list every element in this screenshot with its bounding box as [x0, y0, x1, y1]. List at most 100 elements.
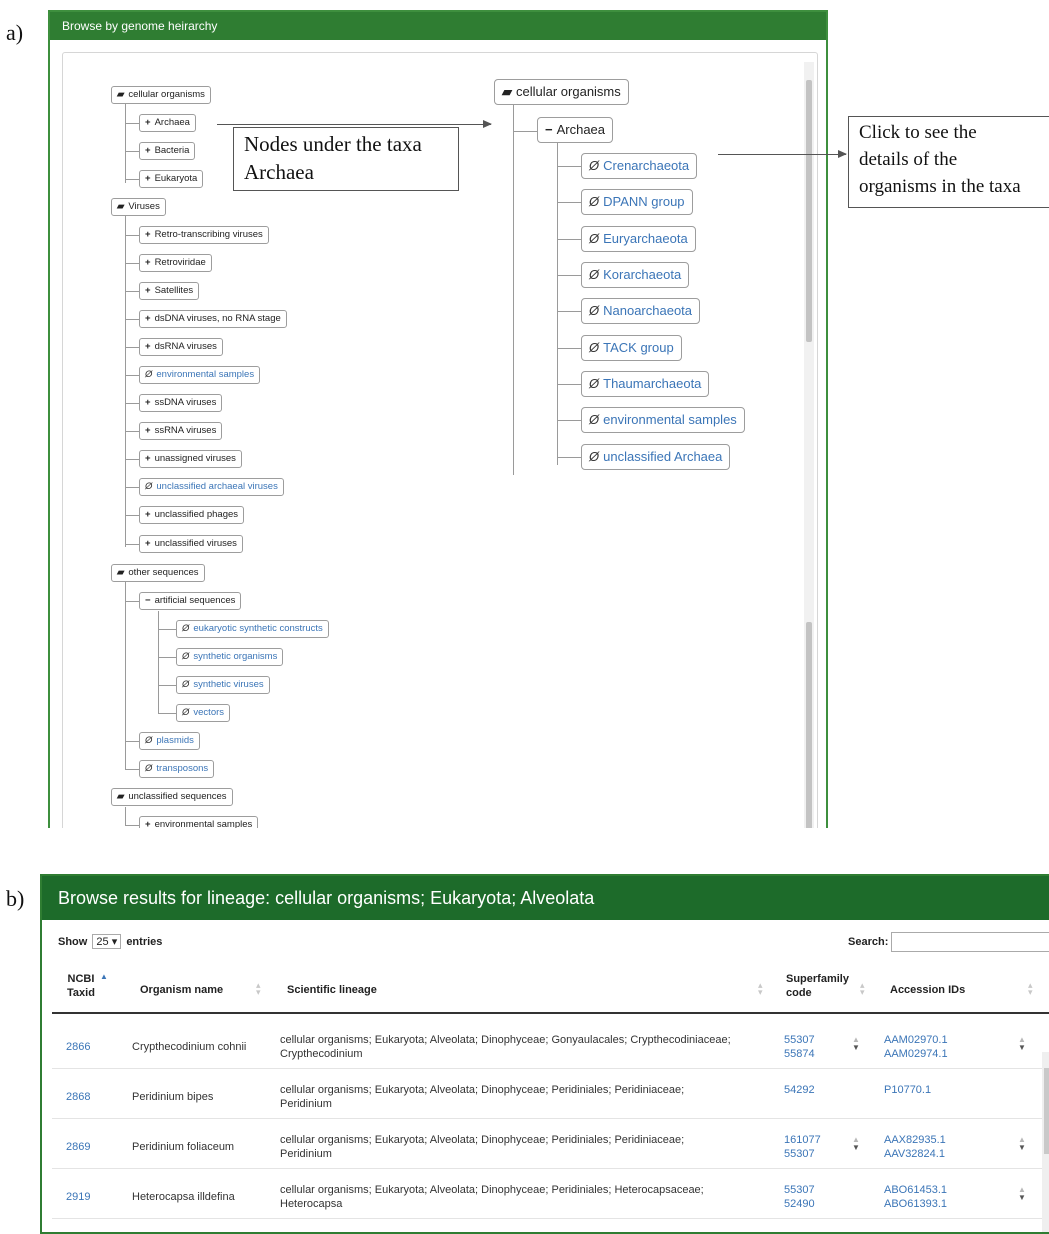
- plus-icon: +: [145, 229, 151, 240]
- tree-node-virus-child[interactable]: + dsRNA viruses: [139, 338, 223, 356]
- tree-node-unclassified-sequences[interactable]: ▰ unclassified sequences: [111, 788, 233, 806]
- column-header-organism[interactable]: Organism name: [140, 984, 223, 996]
- accession-links[interactable]: ABO61453.1 ABO61393.1: [884, 1183, 947, 1211]
- zoom-leaf-archaea-child[interactable]: Ø DPANN group: [581, 189, 693, 215]
- column-header-taxid[interactable]: NCBI Taxid: [64, 972, 98, 1000]
- arrow-icon: [718, 150, 847, 158]
- tree-node-virus-child[interactable]: + Retro-transcribing viruses: [139, 226, 269, 244]
- zoom-leaf-archaea-child[interactable]: Ø Thaumarchaeota: [581, 371, 710, 397]
- lineage-text: cellular organisms; Eukaryota; Alveolata…: [280, 1184, 704, 1210]
- tree-node-bacteria[interactable]: + Bacteria: [139, 142, 196, 160]
- taxid-link[interactable]: 2919: [66, 1190, 90, 1204]
- scroll-arrows-icon[interactable]: ▲ ▼: [1018, 1186, 1026, 1202]
- zoom-leaf-archaea-child[interactable]: Ø Korarchaeota: [581, 262, 690, 288]
- plus-icon: +: [145, 509, 151, 520]
- scroll-arrows-icon[interactable]: ▲ ▼: [852, 1136, 860, 1152]
- zoom-leaf-archaea-child[interactable]: Ø Euryarchaeota: [581, 226, 696, 252]
- plus-icon: +: [145, 341, 151, 352]
- tree-node-virus-child[interactable]: + Retroviridae: [139, 254, 212, 272]
- tree-node-virus-child[interactable]: + dsDNA viruses, no RNA stage: [139, 310, 287, 328]
- taxid-link[interactable]: 2869: [66, 1140, 90, 1154]
- tree-node-archaea[interactable]: + Archaea: [139, 114, 196, 132]
- scroll-arrows-icon[interactable]: ▲ ▼: [1018, 1036, 1026, 1052]
- tree-node-virus-child[interactable]: + unclassified viruses: [139, 535, 243, 553]
- leaf-icon: Ø: [182, 679, 190, 690]
- scroll-arrows-icon[interactable]: ▲ ▼: [852, 1036, 860, 1052]
- page-length-control: Show 25 ▾ entries: [58, 934, 163, 949]
- accession-links[interactable]: P10770.1: [884, 1083, 931, 1097]
- zoom-leaf-archaea-child[interactable]: Øunclassified Archaea: [581, 444, 731, 470]
- accession-links[interactable]: AAM02970.1 AAM02974.1: [884, 1033, 948, 1061]
- column-header-superfamily[interactable]: Superfamily code: [786, 972, 866, 1000]
- leaf-icon: Ø: [589, 449, 600, 464]
- zoom-leaf-archaea-child[interactable]: Ø Nanoarchaeota: [581, 298, 701, 324]
- folder-open-icon: ▰: [117, 89, 125, 100]
- leaf-icon: Ø: [589, 158, 600, 173]
- panel-b-title: Browse results for lineage: cellular org…: [42, 876, 1049, 920]
- zoom-leaf-archaea-child[interactable]: Ø TACK group: [581, 335, 682, 361]
- lineage-text: cellular organisms; Eukaryota; Alveolata…: [280, 1084, 685, 1110]
- tree-leaf-plasmids[interactable]: Øplasmids: [139, 732, 200, 750]
- organism-name: Crypthecodinium cohnii: [132, 1041, 247, 1053]
- tree-leaf-virus-child[interactable]: Øunclassified archaeal viruses: [139, 478, 284, 496]
- tree-node-eukaryota[interactable]: + Eukaryota: [139, 170, 204, 188]
- leaf-icon: Ø: [589, 412, 600, 427]
- tree-leaf-transposons[interactable]: Øtransposons: [139, 760, 215, 778]
- plus-icon: +: [145, 145, 151, 156]
- table-scrollbar[interactable]: [1042, 1052, 1049, 1232]
- plus-icon: +: [145, 285, 151, 296]
- tree-node-virus-child[interactable]: + Satellites: [139, 282, 200, 300]
- column-header-lineage[interactable]: Scientific lineage: [287, 984, 377, 996]
- taxid-link[interactable]: 2868: [66, 1090, 90, 1104]
- tree-node-other-sequences[interactable]: ▰ other sequences: [111, 564, 205, 582]
- superfamily-links[interactable]: 55307 52490: [784, 1183, 815, 1211]
- superfamily-links[interactable]: 161077 55307: [784, 1133, 821, 1161]
- tree-scrollbar[interactable]: [804, 62, 814, 828]
- accession-links[interactable]: AAX82935.1 AAV32824.1: [884, 1133, 946, 1161]
- search-input[interactable]: [891, 932, 1049, 952]
- tree-node-viruses[interactable]: ▰ Viruses: [111, 198, 166, 216]
- plus-icon: +: [145, 173, 151, 184]
- zoom-leaf-archaea-child[interactable]: Øenvironmental samples: [581, 407, 745, 433]
- genome-hierarchy-panel: Browse by genome heirarchy ▰ cellular or…: [48, 10, 828, 828]
- superfamily-links[interactable]: 54292: [784, 1083, 815, 1097]
- taxid-link[interactable]: 2866: [66, 1040, 90, 1054]
- organism-name: Peridinium foliaceum: [132, 1141, 235, 1153]
- tree-node-artificial-sequences[interactable]: − artificial sequences: [139, 592, 242, 610]
- lineage-text: cellular organisms; Eukaryota; Alveolata…: [280, 1134, 685, 1160]
- tree-node-virus-child[interactable]: + ssRNA viruses: [139, 422, 223, 440]
- plus-icon: +: [145, 538, 151, 549]
- nodes-callout: Nodes under the taxa Archaea: [233, 127, 459, 191]
- search-control: Search:: [848, 932, 1049, 952]
- zoom-node-archaea[interactable]: − Archaea: [537, 117, 614, 143]
- scroll-arrows-icon[interactable]: ▲ ▼: [1018, 1136, 1026, 1152]
- tree-node-virus-child[interactable]: + unassigned viruses: [139, 450, 242, 468]
- tree-leaf-artificial-child[interactable]: Øvectors: [176, 704, 231, 722]
- tree-container: ▰ cellular organisms + Archaea + Bacteria +…: [62, 52, 818, 828]
- tree-node-virus-child[interactable]: + unclassified phages: [139, 506, 245, 524]
- tree-node-environmental-samples[interactable]: + environmental samples: [139, 816, 259, 828]
- leaf-icon: Ø: [589, 340, 600, 355]
- page-length-select[interactable]: 25 ▾: [92, 934, 122, 949]
- tree-leaf-artificial-child[interactable]: Øsynthetic organisms: [176, 648, 284, 666]
- sort-icon: ▴ ▾: [1028, 980, 1033, 997]
- sort-icon: ▴ ▾: [758, 980, 763, 997]
- folder-open-icon: ▰: [117, 567, 125, 578]
- leaf-icon: Ø: [589, 303, 600, 318]
- tree-node-cellular-organisms[interactable]: ▰ cellular organisms: [111, 86, 211, 104]
- plus-icon: +: [145, 453, 151, 464]
- tree-leaf-artificial-child[interactable]: Øeukaryotic synthetic constructs: [176, 620, 329, 638]
- zoom-leaf-archaea-child[interactable]: Ø Crenarchaeota: [581, 153, 698, 179]
- leaf-icon: Ø: [589, 231, 600, 246]
- leaf-icon: Ø: [145, 735, 153, 746]
- plus-icon: +: [145, 117, 151, 128]
- superfamily-links[interactable]: 55307 55874: [784, 1033, 815, 1061]
- panel-a-title: Browse by genome heirarchy: [50, 12, 826, 40]
- zoom-node-cellular-organisms[interactable]: ▰ cellular organisms: [494, 79, 629, 105]
- column-header-accession[interactable]: Accession IDs: [890, 984, 965, 996]
- tree-node-virus-child[interactable]: + ssDNA viruses: [139, 394, 223, 412]
- tree-leaf-artificial-child[interactable]: Øsynthetic viruses: [176, 676, 270, 694]
- folder-open-icon: ▰: [502, 84, 512, 99]
- tree-leaf-virus-child[interactable]: Øenvironmental samples: [139, 366, 261, 384]
- browse-results-panel: Browse results for lineage: cellular org…: [40, 874, 1049, 1234]
